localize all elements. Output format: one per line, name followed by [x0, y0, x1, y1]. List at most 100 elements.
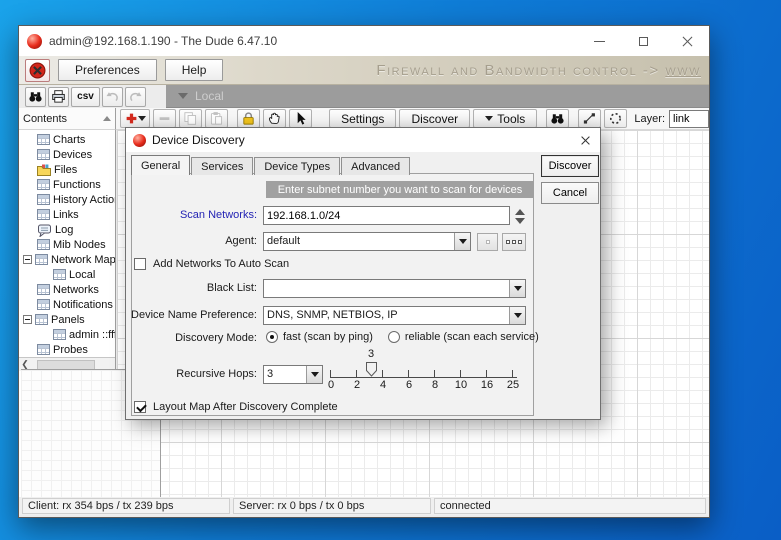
- black-list-label: Black List:: [130, 282, 257, 294]
- collapse-panel-icon[interactable]: [103, 112, 111, 121]
- tab-device-types[interactable]: Device Types: [254, 157, 340, 175]
- agent-view-button[interactable]: [477, 233, 498, 251]
- map-find-button[interactable]: [546, 109, 569, 128]
- discover-button[interactable]: Discover: [399, 109, 470, 128]
- add-networks-label: Add Networks To Auto Scan: [153, 258, 289, 270]
- preferences-button[interactable]: Preferences: [58, 59, 157, 81]
- sidebar-item-label: Links: [53, 209, 79, 221]
- radio-button[interactable]: [388, 331, 400, 343]
- agent-browse-button[interactable]: [502, 233, 526, 251]
- sidebar-item-probes[interactable]: Probes: [19, 342, 115, 357]
- radio-button[interactable]: [266, 331, 278, 343]
- paste-icon: [209, 111, 224, 126]
- contents-header-label: Contents: [23, 113, 67, 125]
- link-mode-button[interactable]: [578, 109, 601, 128]
- black-list-combobox[interactable]: [263, 279, 526, 298]
- undo-button[interactable]: [102, 87, 123, 107]
- sidebar-item-links[interactable]: Links: [19, 207, 115, 222]
- banner-toolbar: Preferences Help Firewall and Bandwidth …: [19, 56, 709, 85]
- layout-map-row: Layout Map After Discovery Complete: [134, 401, 338, 413]
- sidebar-item-label: Local: [69, 269, 95, 281]
- black-list-value: [264, 280, 509, 297]
- sidebar-item-mib-nodes[interactable]: Mib Nodes: [19, 237, 115, 252]
- ring-mode-button[interactable]: [604, 109, 627, 128]
- layout-map-checkbox[interactable]: [134, 401, 146, 413]
- lock-button[interactable]: [237, 109, 260, 128]
- layer-value: link: [673, 113, 690, 125]
- tab-general[interactable]: General: [131, 155, 190, 175]
- agent-combobox[interactable]: default: [263, 232, 471, 251]
- sidebar-item-local-map[interactable]: Local: [19, 267, 115, 282]
- spinner-down-icon: [515, 218, 525, 229]
- sidebar-item-networks[interactable]: Networks: [19, 282, 115, 297]
- pan-tool-button[interactable]: [263, 109, 286, 128]
- main-toolbar: csv: [19, 85, 166, 108]
- app-logo-icon: [27, 34, 42, 49]
- device-name-preference-label: Device Name Preference:: [130, 309, 257, 321]
- csv-export-button[interactable]: csv: [71, 87, 100, 107]
- select-tool-button[interactable]: [289, 109, 312, 128]
- radio-fast[interactable]: fast (scan by ping): [266, 331, 373, 343]
- slider-thumb-icon: [366, 362, 377, 377]
- tree-collapse-icon[interactable]: [23, 315, 32, 324]
- dropdown-arrow-icon[interactable]: [509, 280, 525, 297]
- copy-button[interactable]: [179, 109, 202, 128]
- sidebar-item-admin-panel[interactable]: admin ::ffff: [19, 327, 115, 342]
- sidebar-item-charts[interactable]: Charts: [19, 132, 115, 147]
- dialog-close-button[interactable]: [575, 132, 595, 149]
- sidebar-item-label: History Actions: [53, 194, 115, 206]
- table-icon: [37, 284, 50, 295]
- dropdown-arrow-icon[interactable]: [306, 366, 322, 383]
- scan-networks-label[interactable]: Scan Networks:: [130, 209, 257, 221]
- add-element-button[interactable]: [120, 109, 150, 128]
- disconnect-button[interactable]: [25, 59, 50, 82]
- brand-www-link[interactable]: www: [665, 62, 701, 79]
- scan-networks-spinner[interactable]: [515, 207, 525, 226]
- slider-tick-label: 25: [507, 379, 519, 391]
- sidebar-item-network-maps[interactable]: Network Maps: [19, 252, 115, 267]
- tab-services[interactable]: Services: [191, 157, 253, 175]
- sidebar-item-log[interactable]: Log: [19, 222, 115, 237]
- print-button[interactable]: [48, 87, 69, 107]
- sidebar-item-devices[interactable]: Devices: [19, 147, 115, 162]
- radio-reliable[interactable]: reliable (scan each service): [388, 331, 539, 343]
- remove-element-button[interactable]: [153, 109, 176, 128]
- map-tab-local[interactable]: Local: [195, 89, 224, 103]
- redo-button[interactable]: [125, 87, 146, 107]
- sidebar-item-notifications[interactable]: Notifications: [19, 297, 115, 312]
- recursive-hops-combobox[interactable]: 3: [263, 365, 323, 384]
- status-server: Server: rx 0 bps / tx 0 bps: [233, 498, 431, 514]
- dropdown-arrow-icon[interactable]: [509, 307, 525, 324]
- recursive-hops-slider[interactable]: 3 0 2 4 6 8 10 16 25: [326, 350, 521, 394]
- scan-networks-input[interactable]: [264, 207, 509, 224]
- dropdown-arrow-icon[interactable]: [454, 233, 470, 250]
- find-button[interactable]: [25, 87, 46, 107]
- maximize-button[interactable]: [621, 26, 665, 56]
- dialog-discover-button[interactable]: Discover: [541, 155, 599, 177]
- redo-icon: [128, 89, 143, 104]
- tree-collapse-icon[interactable]: [23, 255, 32, 264]
- map-tab-dropdown-icon[interactable]: [178, 93, 188, 104]
- sidebar-item-files[interactable]: Files: [19, 162, 115, 177]
- add-networks-checkbox[interactable]: [134, 258, 146, 270]
- sidebar-item-label: Log: [55, 224, 73, 236]
- minimize-icon: [594, 41, 605, 42]
- sidebar-item-panels[interactable]: Panels: [19, 312, 115, 327]
- close-button[interactable]: [665, 26, 709, 56]
- tab-advanced[interactable]: Advanced: [341, 157, 410, 175]
- device-name-preference-combobox[interactable]: DNS, SNMP, NETBIOS, IP: [263, 306, 526, 325]
- settings-button[interactable]: Settings: [329, 109, 396, 128]
- sidebar-item-functions[interactable]: Functions: [19, 177, 115, 192]
- sidebar-item-history-actions[interactable]: History Actions: [19, 192, 115, 207]
- paste-button[interactable]: [205, 109, 228, 128]
- layer-combobox[interactable]: link: [669, 110, 709, 128]
- dialog-cancel-button[interactable]: Cancel: [541, 182, 599, 204]
- minimize-button[interactable]: [577, 26, 621, 56]
- table-icon: [37, 134, 50, 145]
- tools-button[interactable]: Tools: [473, 109, 537, 128]
- close-icon: [581, 136, 590, 145]
- folder-icon: [37, 164, 51, 176]
- sidebar-item-label: Panels: [51, 314, 85, 326]
- scrollbar-thumb[interactable]: [37, 360, 95, 370]
- help-button[interactable]: Help: [165, 59, 224, 81]
